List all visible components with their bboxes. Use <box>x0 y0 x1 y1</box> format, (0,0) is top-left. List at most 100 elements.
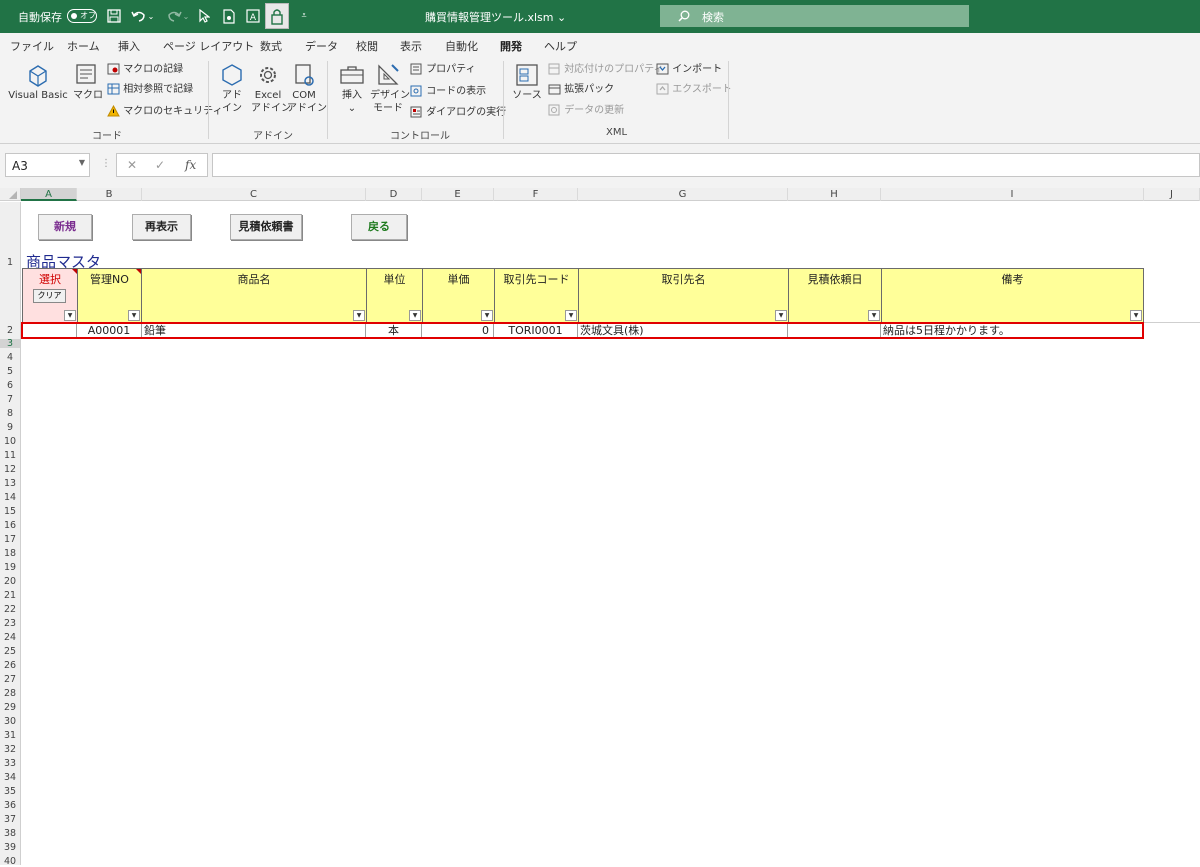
enter-icon[interactable]: ✓ <box>155 158 165 172</box>
tab-automate[interactable]: 自動化 <box>445 38 478 54</box>
row-header[interactable]: 7 <box>0 395 20 405</box>
import-button[interactable]: インポート <box>656 63 722 76</box>
col-header-h[interactable]: H <box>788 188 881 201</box>
row-header[interactable]: 31 <box>0 731 20 741</box>
row-header[interactable]: 36 <box>0 801 20 811</box>
col-header-a[interactable]: A <box>21 188 77 201</box>
row-header[interactable]: 27 <box>0 675 20 685</box>
redisplay-button[interactable]: 再表示 <box>132 214 191 240</box>
tab-formulas[interactable]: 数式 <box>260 38 282 54</box>
filter-dropdown-icon[interactable]: ▼ <box>868 310 880 321</box>
tab-view[interactable]: 表示 <box>400 38 422 54</box>
tab-insert[interactable]: 挿入 <box>118 38 140 54</box>
row-header[interactable]: 20 <box>0 577 20 587</box>
row-header[interactable]: 4 <box>0 353 20 363</box>
row-header[interactable]: 35 <box>0 787 20 797</box>
row-header[interactable]: 30 <box>0 717 20 727</box>
view-code-button[interactable]: コードの表示 <box>410 85 486 98</box>
relative-reference-button[interactable]: 相対参照で記録 <box>107 83 193 96</box>
tab-help[interactable]: ヘルプ <box>544 38 577 54</box>
filter-dropdown-icon[interactable]: ▼ <box>353 310 365 321</box>
row-header[interactable]: 5 <box>0 367 20 377</box>
col-header-j[interactable]: J <box>1144 188 1200 201</box>
row-header[interactable]: 13 <box>0 479 20 489</box>
row-header[interactable]: 11 <box>0 451 20 461</box>
tab-developer[interactable]: 開発 <box>500 38 522 59</box>
com-addin-button[interactable]: COM アドイン <box>287 61 327 115</box>
clear-button[interactable]: クリア <box>33 289 66 303</box>
filter-dropdown-icon[interactable]: ▼ <box>1130 310 1142 321</box>
row-header[interactable]: 19 <box>0 563 20 573</box>
filter-dropdown-icon[interactable]: ▼ <box>64 310 76 321</box>
expansion-packs-button[interactable]: 拡張パック <box>548 83 614 96</box>
row-header[interactable]: 39 <box>0 843 20 853</box>
lock-icon[interactable] <box>265 3 289 29</box>
row-header[interactable]: 21 <box>0 591 20 601</box>
col-header-i[interactable]: I <box>881 188 1144 201</box>
customize-qat-icon[interactable]: ⩡ <box>293 6 315 26</box>
row-header[interactable]: 37 <box>0 815 20 825</box>
save-icon[interactable] <box>103 6 125 26</box>
xml-source-button[interactable]: ソース <box>512 61 542 102</box>
row-header[interactable]: 14 <box>0 493 20 503</box>
row-header[interactable]: 12 <box>0 465 20 475</box>
record-macro-button[interactable]: マクロの記録 <box>107 63 183 76</box>
text-box-icon[interactable]: A <box>242 6 264 26</box>
tab-page-layout[interactable]: ページ レイアウト <box>163 38 254 54</box>
tab-data[interactable]: データ <box>305 38 338 54</box>
row-header[interactable]: 3 <box>0 339 20 348</box>
select-objects-icon[interactable] <box>193 6 215 26</box>
row-header[interactable]: 29 <box>0 703 20 713</box>
cancel-icon[interactable]: ✕ <box>127 158 137 172</box>
autosave-toggle[interactable]: オフ <box>67 9 97 23</box>
filter-dropdown-icon[interactable]: ▼ <box>565 310 577 321</box>
back-button[interactable]: 戻る <box>351 214 407 240</box>
col-header-e[interactable]: E <box>422 188 494 201</box>
formula-input[interactable] <box>212 153 1200 177</box>
properties-button[interactable]: プロパティ <box>410 63 476 76</box>
macro-button[interactable]: マクロ <box>73 61 103 102</box>
row-header[interactable]: 8 <box>0 409 20 419</box>
file-name[interactable]: 購買情報管理ツール.xlsm ⌄ <box>425 9 566 25</box>
worksheet-grid[interactable]: A B C D E F G H I J 1 2 3 4 5 6 7 8 9 10… <box>0 188 1200 866</box>
col-header-f[interactable]: F <box>494 188 578 201</box>
insert-function-icon[interactable]: fx <box>185 158 196 172</box>
row-header[interactable]: 33 <box>0 759 20 769</box>
row-header[interactable]: 38 <box>0 829 20 839</box>
row-header[interactable]: 24 <box>0 633 20 643</box>
row-header[interactable]: 26 <box>0 661 20 671</box>
row-header[interactable]: 25 <box>0 647 20 657</box>
name-box[interactable]: A3 ▼ <box>5 153 90 177</box>
name-box-dropdown-icon[interactable]: ▼ <box>79 158 85 167</box>
col-header-b[interactable]: B <box>77 188 142 201</box>
row-header[interactable]: 15 <box>0 507 20 517</box>
tab-file[interactable]: ファイル <box>10 38 54 54</box>
row-header[interactable]: 1 <box>0 258 20 268</box>
macro-security-button[interactable]: マクロのセキュリティ <box>107 105 223 118</box>
tab-home[interactable]: ホーム <box>67 38 100 54</box>
row-header[interactable]: 2 <box>0 326 20 336</box>
design-mode-button[interactable]: デザイン モード <box>370 61 410 115</box>
addin-button[interactable]: アド イン <box>218 61 246 115</box>
row-header[interactable]: 17 <box>0 535 20 545</box>
run-dialog-button[interactable]: ダイアログの実行 <box>410 106 506 119</box>
tab-review[interactable]: 校閲 <box>356 38 378 54</box>
undo-dropdown-icon[interactable]: ⌄ <box>145 6 157 26</box>
row-header[interactable]: 6 <box>0 381 20 391</box>
row-header[interactable]: 22 <box>0 605 20 615</box>
row-header[interactable]: 10 <box>0 437 20 447</box>
filter-dropdown-icon[interactable]: ▼ <box>775 310 787 321</box>
col-header-d[interactable]: D <box>366 188 422 201</box>
visual-basic-button[interactable]: Visual Basic <box>8 61 68 102</box>
filter-dropdown-icon[interactable]: ▼ <box>481 310 493 321</box>
new-button[interactable]: 新規 <box>38 214 92 240</box>
row-header[interactable]: 28 <box>0 689 20 699</box>
row-header[interactable]: 34 <box>0 773 20 783</box>
quote-request-button[interactable]: 見積依頼書 <box>230 214 302 240</box>
filter-dropdown-icon[interactable]: ▼ <box>128 310 140 321</box>
search-box[interactable]: 検索 <box>660 5 969 27</box>
col-header-g[interactable]: G <box>578 188 788 201</box>
row-header[interactable]: 16 <box>0 521 20 531</box>
select-all-corner[interactable] <box>0 188 21 201</box>
row-header[interactable]: 18 <box>0 549 20 559</box>
